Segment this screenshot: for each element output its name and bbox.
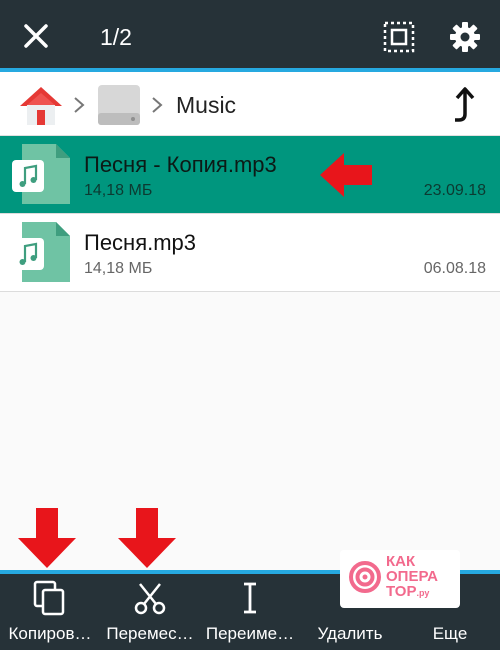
home-icon[interactable]: [18, 84, 64, 126]
file-size: 14,18 МБ: [84, 260, 153, 277]
selection-count: 1/2: [100, 24, 132, 50]
file-date: 23.09.18: [423, 182, 486, 199]
close-icon[interactable]: [18, 18, 54, 54]
storage-drive-icon[interactable]: [96, 82, 142, 128]
logo-text: КАК ОПЕРА ТОР.ру: [386, 554, 438, 601]
annotation-arrow-down-icon: [118, 508, 176, 568]
move-button[interactable]: Перемес…: [100, 574, 200, 650]
copy-label: Копиров…: [8, 624, 92, 643]
copy-icon: [33, 580, 65, 616]
music-file-icon: [12, 222, 70, 282]
rename-label: Переиме…: [205, 624, 295, 643]
up-level-icon[interactable]: [452, 86, 478, 124]
logo-rings-icon: [349, 561, 381, 593]
music-file-icon: [12, 144, 70, 204]
delete-label: Удалить: [317, 624, 383, 643]
logo-line: ТОР: [386, 583, 417, 600]
annotation-arrow-left-icon: [320, 153, 372, 197]
file-size: 14,18 МБ: [84, 182, 153, 199]
move-label: Перемес…: [106, 624, 194, 643]
watermark-logo: КАК ОПЕРА ТОР.ру: [340, 550, 460, 608]
logo-line: КАК: [386, 553, 416, 570]
file-date: 06.08.18: [423, 260, 486, 277]
top-action-bar: 1/2: [0, 0, 500, 72]
chevron-right-icon: [152, 97, 163, 113]
more-label: Еще: [432, 624, 468, 643]
file-row[interactable]: Песня.mp3 14,18 МБ 06.08.18: [0, 214, 500, 292]
scissors-icon: [134, 583, 166, 615]
copy-button[interactable]: Копиров…: [0, 574, 100, 650]
rename-button[interactable]: Переиме…: [200, 574, 300, 650]
text-cursor-icon: [244, 582, 256, 614]
current-folder[interactable]: Music: [176, 92, 236, 119]
file-row-selected[interactable]: Песня - Копия.mp3 14,18 МБ 23.09.18: [0, 136, 500, 214]
chevron-right-icon: [74, 97, 85, 113]
select-all-icon[interactable]: [382, 20, 416, 54]
file-name: Песня - Копия.mp3: [84, 152, 277, 177]
gear-icon[interactable]: [448, 20, 482, 54]
file-name: Песня.mp3: [84, 230, 197, 255]
logo-suffix: .ру: [416, 588, 430, 598]
annotation-arrow-down-icon: [18, 508, 76, 568]
logo-line: ОПЕРА: [386, 568, 438, 585]
breadcrumb: Music: [0, 72, 500, 136]
